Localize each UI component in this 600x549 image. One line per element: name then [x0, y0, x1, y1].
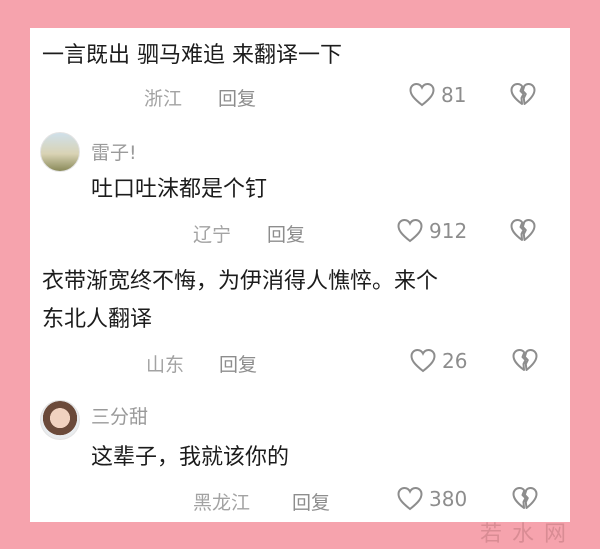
comment-item: 衣带渐宽终不悔，为伊消得人憔悴。来个 东北人翻译 山东 回复 26: [30, 260, 570, 390]
comment-location: 黑龙江: [193, 492, 251, 514]
comment-item: 三分甜 这辈子，我就该你的 黑龙江 回复 380: [30, 392, 570, 522]
comment-location: 浙江: [144, 88, 183, 110]
heart-outline-icon[interactable]: [409, 82, 435, 108]
comment-text: 这辈子，我就该你的: [91, 445, 290, 470]
heart-outline-icon[interactable]: [397, 486, 423, 512]
broken-heart-icon[interactable]: [510, 218, 536, 244]
comment-text: 一言既出 驷马难追 来翻译一下: [42, 43, 342, 68]
comment-location: 山东: [146, 354, 185, 376]
comment-text-line: 东北人翻译: [42, 307, 153, 332]
reply-button[interactable]: 回复: [219, 350, 257, 377]
heart-outline-icon[interactable]: [410, 348, 436, 374]
comment-text-line: 衣带渐宽终不悔，为伊消得人憔悴。来个: [42, 269, 439, 294]
user-avatar[interactable]: [40, 400, 80, 440]
like-count: 380: [429, 487, 468, 511]
username[interactable]: 雷子!: [91, 138, 137, 165]
heart-outline-icon[interactable]: [397, 218, 423, 244]
username[interactable]: 三分甜: [91, 402, 148, 429]
comment-location: 辽宁: [193, 224, 232, 246]
like-count: 912: [429, 219, 468, 243]
comment-item: 雷子! 吐口吐沫都是个钉 辽宁 回复 912: [30, 128, 570, 258]
reply-button[interactable]: 回复: [267, 220, 305, 247]
like-count: 81: [441, 83, 467, 107]
reply-button[interactable]: 回复: [218, 84, 256, 111]
like-count: 26: [442, 349, 468, 373]
comment-item: 一言既出 驷马难追 来翻译一下 浙江 回复 81: [30, 28, 570, 128]
comment-list: 一言既出 驷马难追 来翻译一下 浙江 回复 81 雷子! 吐口吐沫都是个钉 辽宁…: [30, 28, 570, 522]
watermark-logo: 若水网: [480, 522, 577, 547]
broken-heart-icon[interactable]: [512, 486, 538, 512]
comment-text: 吐口吐沫都是个钉: [91, 177, 268, 202]
broken-heart-icon[interactable]: [510, 82, 536, 108]
reply-button[interactable]: 回复: [292, 488, 330, 515]
broken-heart-icon[interactable]: [512, 348, 538, 374]
user-avatar[interactable]: [40, 132, 80, 172]
